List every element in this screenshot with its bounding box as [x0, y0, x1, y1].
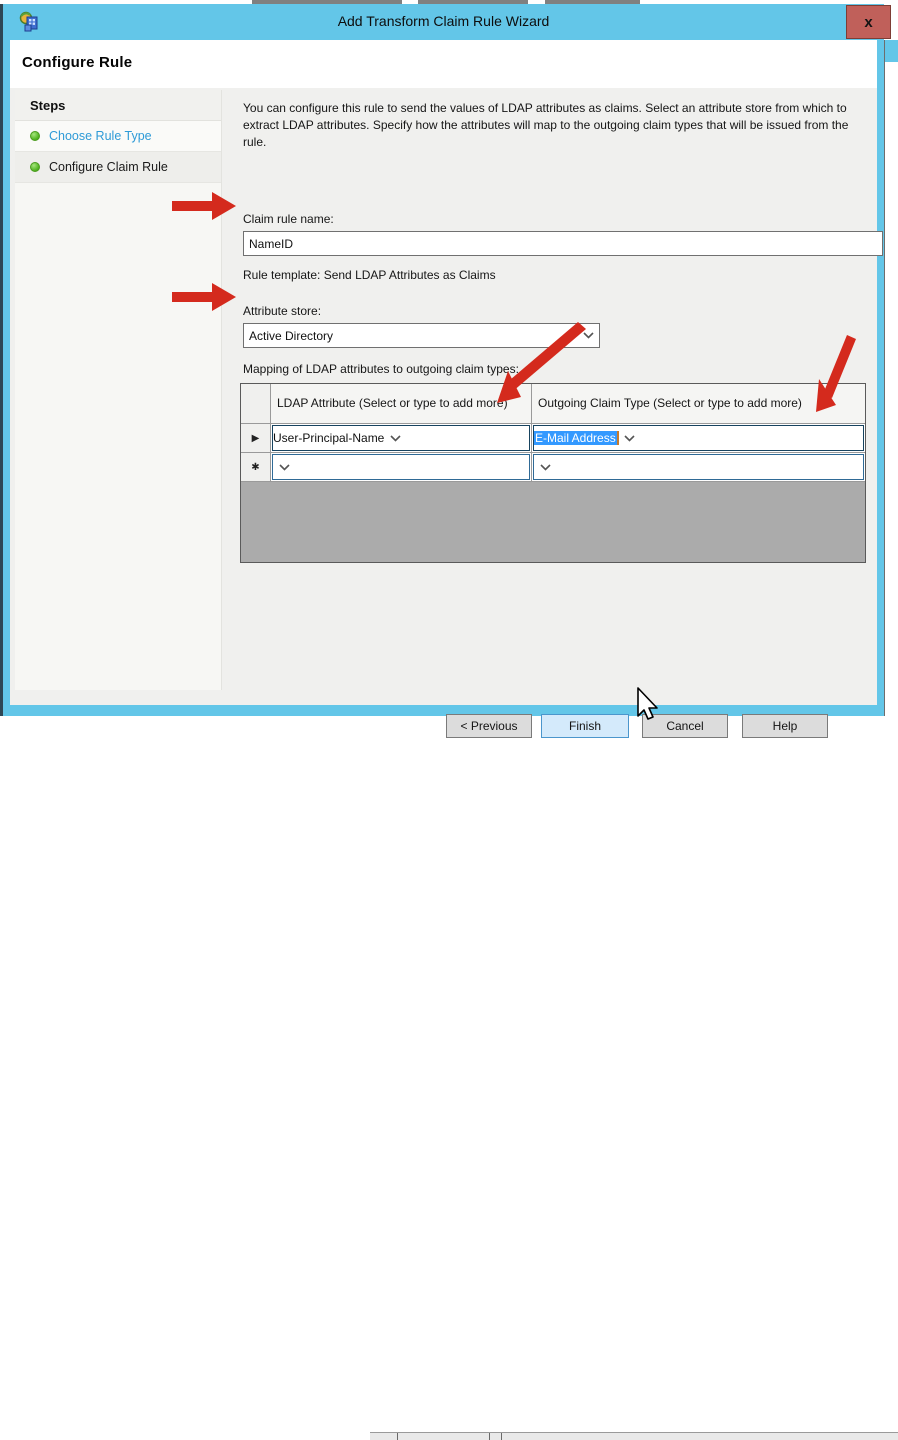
page-header: Configure Rule — [10, 40, 877, 88]
window-title: Add Transform Claim Rule Wizard — [3, 13, 884, 29]
screenshot-root: Add Transform Claim Rule Wizard x Config… — [0, 0, 898, 724]
background-grid-line — [501, 1433, 502, 1440]
step-done-icon — [30, 131, 40, 141]
mapping-table: LDAP Attribute (Select or type to add mo… — [240, 383, 866, 563]
ldap-attribute-dropdown[interactable]: User-Principal-Name — [272, 425, 530, 451]
table-empty-area — [241, 482, 865, 562]
close-button[interactable]: x — [846, 5, 891, 39]
steps-header: Steps — [15, 90, 221, 121]
wizard-dialog: Add Transform Claim Rule Wizard x Config… — [3, 4, 884, 716]
outgoing-claim-type-cell: E-Mail Address — [532, 424, 865, 452]
claim-rule-name-label: Claim rule name: — [243, 212, 334, 226]
steps-sidebar: Steps Choose Rule Type Configure Claim R… — [15, 90, 222, 690]
mapping-table-header: LDAP Attribute (Select or type to add mo… — [241, 384, 865, 424]
rule-template-label: Rule template: Send LDAP Attributes as C… — [243, 268, 496, 282]
page-title: Configure Rule — [22, 54, 132, 71]
new-row-marker-icon: ✱ — [241, 453, 271, 481]
current-row-marker-icon: ▶ — [241, 424, 271, 452]
background-grid-line — [489, 1433, 490, 1440]
claim-rule-name-input[interactable] — [243, 231, 883, 256]
chevron-down-icon[interactable] — [273, 464, 295, 471]
outgoing-claim-type-dropdown[interactable]: E-Mail Address — [533, 425, 864, 451]
outgoing-claim-type-column-header: Outgoing Claim Type (Select or type to a… — [532, 384, 865, 423]
step-label: Configure Claim Rule — [49, 160, 168, 174]
mapping-label: Mapping of LDAP attributes to outgoing c… — [243, 362, 519, 376]
step-label: Choose Rule Type — [49, 129, 152, 143]
attribute-store-label: Attribute store: — [243, 304, 321, 318]
table-row: ▶ User-Principal-Name — [241, 424, 865, 453]
outgoing-claim-type-dropdown-empty[interactable] — [533, 454, 864, 480]
dialog-body: Configure Rule Steps Choose Rule Type Co… — [3, 40, 884, 716]
chevron-down-icon[interactable] — [534, 464, 556, 471]
sidebar-item-configure-claim-rule[interactable]: Configure Claim Rule — [15, 152, 221, 183]
previous-button[interactable]: < Previous — [446, 714, 532, 738]
content-area: Steps Choose Rule Type Configure Claim R… — [10, 88, 877, 705]
sidebar-item-choose-rule-type[interactable]: Choose Rule Type — [15, 121, 221, 152]
step-done-icon — [30, 162, 40, 172]
titlebar[interactable]: Add Transform Claim Rule Wizard x — [3, 4, 884, 40]
ldap-attribute-cell — [271, 453, 532, 481]
attribute-store-combobox[interactable]: Active Directory — [243, 323, 600, 348]
selected-text: E-Mail Address — [534, 431, 617, 445]
ldap-attribute-cell: User-Principal-Name — [271, 424, 532, 452]
row-marker-header — [241, 384, 271, 423]
chevron-down-icon[interactable] — [577, 332, 599, 339]
chevron-down-icon[interactable] — [384, 435, 406, 442]
background-grid-line — [397, 1433, 398, 1440]
help-button[interactable]: Help — [742, 714, 828, 738]
chevron-down-icon[interactable] — [619, 435, 641, 442]
table-row-new: ✱ — [241, 453, 865, 482]
attribute-store-value: Active Directory — [244, 329, 577, 343]
background-window-edge — [884, 40, 898, 62]
background-window-edge — [370, 1432, 898, 1440]
ldap-attribute-column-header: LDAP Attribute (Select or type to add mo… — [271, 384, 532, 423]
finish-button[interactable]: Finish — [541, 714, 629, 738]
ldap-attribute-value: User-Principal-Name — [273, 431, 384, 445]
main-pane: You can configure this rule to send the … — [232, 88, 877, 705]
cancel-button[interactable]: Cancel — [642, 714, 728, 738]
outgoing-claim-type-value: E-Mail Address — [534, 431, 619, 446]
ldap-attribute-dropdown-empty[interactable] — [272, 454, 530, 480]
outgoing-claim-type-cell — [532, 453, 865, 481]
rule-description: You can configure this rule to send the … — [243, 100, 875, 150]
